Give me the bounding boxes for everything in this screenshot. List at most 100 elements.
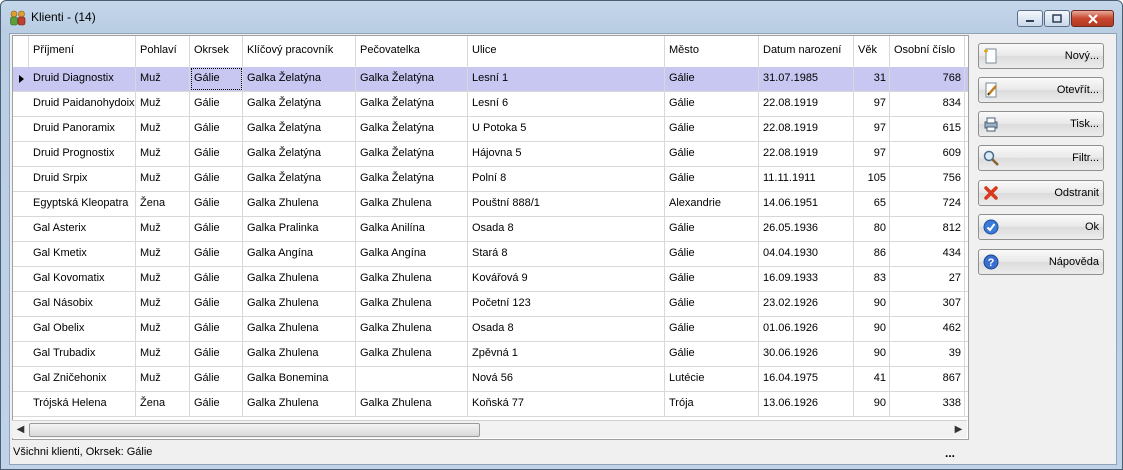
table-cell[interactable]: 11.11.1911: [759, 167, 854, 191]
table-row[interactable]: Trójská Helena Žena Gálie Galka Zhulena Galk…: [13, 392, 968, 417]
table-cell[interactable]: 97: [854, 142, 890, 166]
table-cell[interactable]: Galka Želatýna: [356, 67, 468, 91]
row-indicator[interactable]: [13, 242, 29, 266]
table-cell[interactable]: Gálie: [665, 67, 759, 91]
row-indicator[interactable]: [13, 142, 29, 166]
table-cell[interactable]: 27: [890, 267, 965, 291]
table-cell[interactable]: 90: [854, 317, 890, 341]
table-cell[interactable]: Gálie: [190, 342, 243, 366]
table-cell[interactable]: Muž: [136, 342, 190, 366]
column-header[interactable]: Osobní číslo: [890, 36, 965, 67]
table-cell[interactable]: Druid Panoramix: [29, 117, 136, 141]
table-cell[interactable]: 22.08.1919: [759, 117, 854, 141]
table-cell[interactable]: 86: [854, 242, 890, 266]
table-cell[interactable]: Trója: [665, 392, 759, 416]
table-cell[interactable]: 65: [854, 192, 890, 216]
table-row[interactable]: Gal Zničehonix Muž Gálie Galka Bonemina Nová…: [13, 367, 968, 392]
table-cell[interactable]: Gal Kovomatix: [29, 267, 136, 291]
table-cell[interactable]: Muž: [136, 92, 190, 116]
table-cell[interactable]: [356, 367, 468, 391]
table-cell[interactable]: Muž: [136, 67, 190, 91]
table-cell[interactable]: 16.09.1933: [759, 267, 854, 291]
table-cell[interactable]: Gálie: [190, 267, 243, 291]
table-cell[interactable]: 90: [854, 342, 890, 366]
table-cell[interactable]: Galka Želatýna: [243, 92, 356, 116]
table-cell[interactable]: Gálie: [665, 167, 759, 191]
table-cell[interactable]: Galka Želatýna: [356, 117, 468, 141]
table-cell[interactable]: Galka Želatýna: [243, 117, 356, 141]
table-cell[interactable]: 615: [890, 117, 965, 141]
table-cell[interactable]: Gálie: [665, 217, 759, 241]
button-magnifier[interactable]: Filtr...: [978, 145, 1104, 171]
table-cell[interactable]: Osada 8: [468, 317, 665, 341]
column-header[interactable]: Město: [665, 36, 759, 67]
table-cell[interactable]: Gal Trubadix: [29, 342, 136, 366]
table-cell[interactable]: Gálie: [190, 317, 243, 341]
table-row[interactable]: Egyptská Kleopatra Žena Gálie Galka Zhulena…: [13, 192, 968, 217]
status-more[interactable]: ...: [945, 447, 955, 459]
row-indicator[interactable]: [13, 342, 29, 366]
table-cell[interactable]: Gal Kmetix: [29, 242, 136, 266]
column-header[interactable]: Ulice: [468, 36, 665, 67]
table-cell[interactable]: 23.02.1926: [759, 292, 854, 316]
table-row[interactable]: Druid Srpix Muž Gálie Galka Želatýna Galka Ž…: [13, 167, 968, 192]
table-cell[interactable]: 26.05.1936: [759, 217, 854, 241]
table-cell[interactable]: Gálie: [665, 317, 759, 341]
column-header[interactable]: Věk: [854, 36, 890, 67]
row-indicator[interactable]: [13, 267, 29, 291]
table-cell[interactable]: Druid Prognostix: [29, 142, 136, 166]
table-cell[interactable]: Gálie: [190, 367, 243, 391]
table-cell[interactable]: 13.06.1926: [759, 392, 854, 416]
table-cell[interactable]: 80: [854, 217, 890, 241]
table-cell[interactable]: 834: [890, 92, 965, 116]
table-cell[interactable]: Žena: [136, 392, 190, 416]
row-indicator[interactable]: [13, 392, 29, 416]
table-cell[interactable]: Galka Zhulena: [356, 342, 468, 366]
close-button[interactable]: [1071, 10, 1114, 27]
table-cell[interactable]: 14.06.1951: [759, 192, 854, 216]
table-cell[interactable]: 609: [890, 142, 965, 166]
table-cell[interactable]: Lesní 6: [468, 92, 665, 116]
scroll-right-icon[interactable]: ▶: [950, 421, 967, 438]
table-cell[interactable]: Galka Angína: [243, 242, 356, 266]
table-cell[interactable]: Galka Angína: [356, 242, 468, 266]
table-cell[interactable]: Galka Zhulena: [243, 292, 356, 316]
table-cell[interactable]: 97: [854, 117, 890, 141]
table-row[interactable]: Gal Kmetix Muž Gálie Galka Angína Galka Angí…: [13, 242, 968, 267]
maximize-button[interactable]: [1044, 10, 1070, 27]
table-cell[interactable]: Nová 56: [468, 367, 665, 391]
table-cell[interactable]: Galka Bonemina: [243, 367, 356, 391]
row-indicator[interactable]: [13, 92, 29, 116]
table-cell[interactable]: Gálie: [190, 242, 243, 266]
table-cell[interactable]: Muž: [136, 367, 190, 391]
column-header[interactable]: Datum narození: [759, 36, 854, 67]
table-cell[interactable]: 16.04.1975: [759, 367, 854, 391]
table-cell[interactable]: Galka Zhulena: [356, 392, 468, 416]
table-cell[interactable]: Galka Zhulena: [356, 317, 468, 341]
table-cell[interactable]: 22.08.1919: [759, 92, 854, 116]
table-cell[interactable]: 01.06.1926: [759, 317, 854, 341]
table-cell[interactable]: Galka Anilína: [356, 217, 468, 241]
table-cell[interactable]: Trójská Helena: [29, 392, 136, 416]
table-cell[interactable]: 338: [890, 392, 965, 416]
row-indicator[interactable]: [13, 217, 29, 241]
table-cell[interactable]: 724: [890, 192, 965, 216]
table-cell[interactable]: Osada 8: [468, 217, 665, 241]
table-cell[interactable]: Gálie: [190, 217, 243, 241]
table-cell[interactable]: Gálie: [190, 292, 243, 316]
table-cell[interactable]: Gálie: [190, 392, 243, 416]
table-cell[interactable]: 83: [854, 267, 890, 291]
horizontal-scrollbar[interactable]: ◀ ▶: [12, 420, 967, 438]
table-cell[interactable]: Polní 8: [468, 167, 665, 191]
table-cell[interactable]: Druid Srpix: [29, 167, 136, 191]
table-cell[interactable]: Galka Želatýna: [356, 92, 468, 116]
table-row[interactable]: Druid Paidanohydoix Muž Gálie Galka Želatýn…: [13, 92, 968, 117]
table-cell[interactable]: Muž: [136, 292, 190, 316]
table-cell[interactable]: 41: [854, 367, 890, 391]
table-cell[interactable]: 812: [890, 217, 965, 241]
table-cell[interactable]: Gálie: [190, 167, 243, 191]
table-cell[interactable]: Galka Zhulena: [356, 267, 468, 291]
table-row[interactable]: Druid Panoramix Muž Gálie Galka Želatýna Gal…: [13, 117, 968, 142]
table-cell[interactable]: Gal Obelix: [29, 317, 136, 341]
table-cell[interactable]: Gálie: [665, 267, 759, 291]
